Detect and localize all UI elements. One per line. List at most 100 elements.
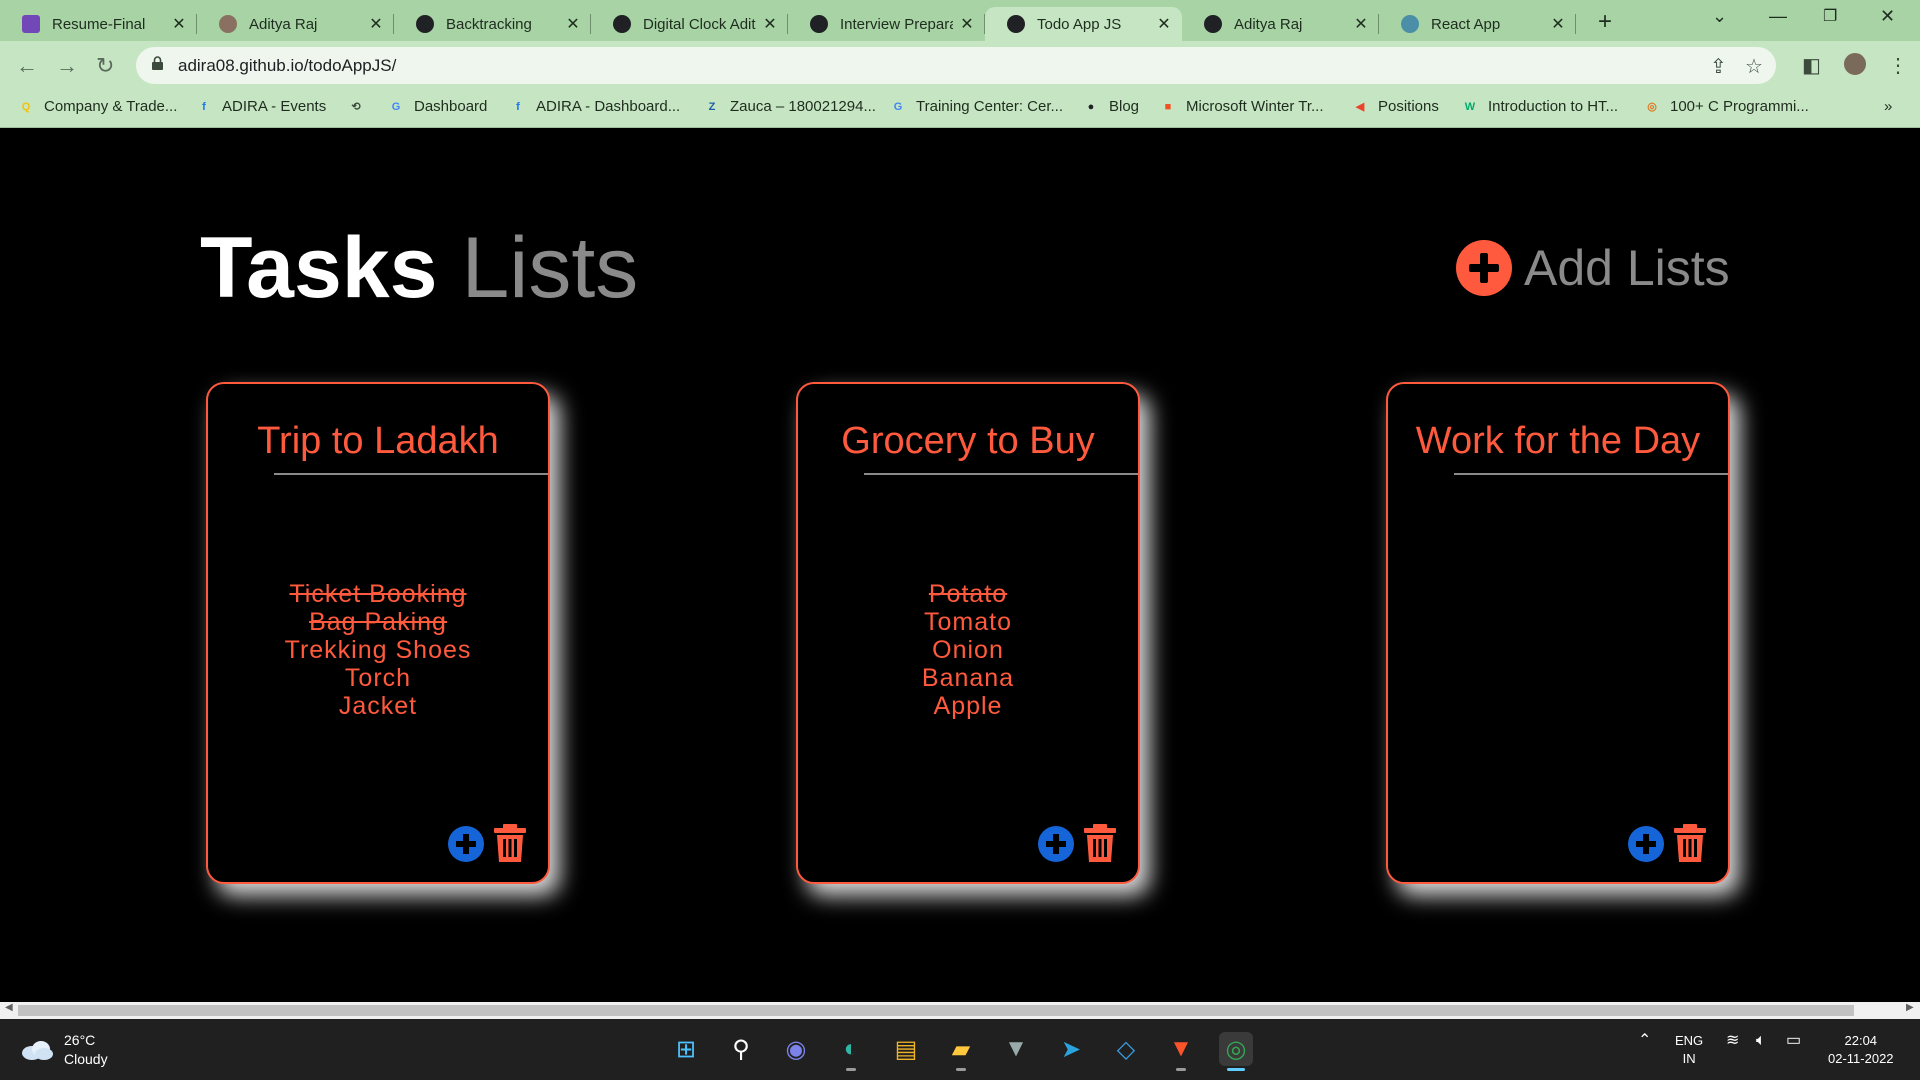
task-item[interactable]: Bag Paking	[208, 608, 548, 636]
task-item[interactable]: Potato	[798, 580, 1138, 608]
store-icon[interactable]: ▤	[889, 1032, 923, 1066]
predator-icon[interactable]: ▼	[999, 1032, 1033, 1066]
browser-tab[interactable]: React App ✕	[1379, 7, 1576, 41]
volume-icon[interactable]: 🔈︎	[1756, 1032, 1766, 1050]
task-item[interactable]: Trekking Shoes	[208, 636, 548, 664]
list-title: Grocery to Buy	[841, 420, 1095, 462]
restore-button[interactable]: ❐	[1823, 6, 1837, 26]
edge-icon[interactable]: ◐	[834, 1032, 868, 1071]
bookmark-label: Company & Trade...	[44, 98, 178, 115]
search-icon[interactable]: ⚲	[724, 1032, 758, 1066]
browser-tab[interactable]: Aditya Raj ✕	[197, 7, 394, 41]
tab-close-icon[interactable]: ✕	[762, 14, 778, 34]
tab-title: Digital Clock Adit	[643, 15, 756, 33]
more-bookmarks-icon[interactable]: »	[1884, 98, 1892, 115]
title-strong: Tasks	[200, 220, 438, 316]
task-item[interactable]: Apple	[798, 692, 1138, 720]
tab-title: React App	[1431, 15, 1501, 33]
weather-condition: Cloudy	[64, 1051, 108, 1067]
bookmark-star-icon[interactable]: ☆	[1745, 54, 1763, 79]
q-icon: Q	[21, 100, 31, 113]
vscode-icon[interactable]: ◇	[1109, 1032, 1143, 1066]
task-item[interactable]: Tomato	[798, 608, 1138, 636]
browser-tab[interactable]: Backtracking ✕	[394, 7, 591, 41]
bookmark-item[interactable]: f ADIRA - Dashboard...	[510, 98, 680, 115]
scroll-thumb[interactable]	[18, 1005, 1854, 1016]
bookmark-item[interactable]: ◀ Positions	[1352, 98, 1439, 115]
task-items: Potato Tomato Onion Banana Apple	[798, 580, 1138, 720]
bookmark-item[interactable]: W Introduction to HT...	[1462, 98, 1618, 115]
windows-taskbar: 26°C Cloudy ⊞ ⚲ ◉ ◐ ▤ ▰ ▼ ➤ ◇ ▼ ◎ ⌃ ENG IN ≋ 🔈︎ ▭ …	[0, 1019, 1920, 1080]
menu-icon[interactable]: ⋮	[1888, 53, 1908, 78]
bookmark-item[interactable]: ● Blog	[1083, 98, 1139, 115]
minimize-button[interactable]: —	[1769, 6, 1787, 27]
delete-list-icon[interactable]	[494, 824, 526, 862]
tab-close-icon[interactable]: ✕	[1156, 14, 1172, 34]
scroll-right-icon[interactable]: ▶	[1906, 1002, 1914, 1013]
browser-tab[interactable]: Digital Clock Adit ✕	[591, 7, 788, 41]
profile-avatar[interactable]	[1842, 51, 1868, 77]
browser-tab[interactable]: Interview Prepara ✕	[788, 7, 985, 41]
tab-close-icon[interactable]: ✕	[171, 14, 187, 34]
show-hidden-icons[interactable]: ⌃	[1638, 1032, 1651, 1050]
title-divider	[1454, 473, 1728, 475]
bookmark-label: Zauca – 180021294...	[730, 98, 876, 115]
file-explorer-icon[interactable]: ▰	[944, 1032, 978, 1071]
address-bar[interactable]: adira08.github.io/todoAppJS/ ⇪ ☆	[136, 47, 1776, 84]
microsoft-icon: ■	[1164, 100, 1172, 113]
weather-widget[interactable]: 26°C Cloudy	[20, 1031, 108, 1069]
tab-search-chevron-icon[interactable]: ⌄	[1712, 6, 1727, 27]
browser-tab[interactable]: Resume-Final ✕	[0, 7, 197, 41]
horizontal-scrollbar[interactable]: ◀ ▶	[0, 1002, 1920, 1019]
tab-close-icon[interactable]: ✕	[565, 14, 581, 34]
bookmark-label: Microsoft Winter Tr...	[1186, 98, 1324, 115]
chrome-icon[interactable]: ◎	[1219, 1032, 1253, 1071]
add-task-icon[interactable]	[448, 826, 484, 862]
browser-tab[interactable]: Todo App JS ✕	[985, 7, 1182, 41]
bookmark-item[interactable]: f ADIRA - Events	[196, 98, 326, 115]
brave-icon[interactable]: ▼	[1164, 1032, 1198, 1071]
task-item[interactable]: Jacket	[208, 692, 548, 720]
tab-close-icon[interactable]: ✕	[1353, 14, 1369, 34]
add-task-icon[interactable]	[1038, 826, 1074, 862]
bookmark-item[interactable]: ⟲	[348, 98, 374, 114]
tab-separator	[1575, 14, 1576, 34]
task-item[interactable]: Banana	[798, 664, 1138, 692]
forward-button[interactable]: →	[56, 53, 78, 79]
side-panel-icon[interactable]: ◧	[1802, 53, 1821, 78]
back-button[interactable]: ←	[16, 53, 38, 79]
bookmark-item[interactable]: ◎ 100+ C Programmi...	[1644, 98, 1809, 115]
bookmark-item[interactable]: G Training Center: Cer...	[890, 98, 1063, 115]
task-item[interactable]: Ticket Booking	[208, 580, 548, 608]
tab-close-icon[interactable]: ✕	[1550, 14, 1566, 34]
bookmark-item[interactable]: G Dashboard	[388, 98, 488, 115]
wifi-icon[interactable]: ≋	[1726, 1032, 1739, 1050]
temperature: 26°C	[64, 1032, 96, 1048]
scroll-left-icon[interactable]: ◀	[5, 1002, 13, 1013]
add-list-button[interactable]: Add Lists	[1456, 239, 1730, 297]
add-list-label: Add Lists	[1524, 240, 1730, 296]
new-tab-button[interactable]: +	[1598, 8, 1612, 36]
start-icon[interactable]: ⊞	[669, 1032, 703, 1066]
bookmark-item[interactable]: ■ Microsoft Winter Tr...	[1160, 98, 1324, 115]
tab-close-icon[interactable]: ✕	[368, 14, 384, 34]
globe-icon	[416, 15, 434, 33]
task-item[interactable]: Onion	[798, 636, 1138, 664]
browser-tab[interactable]: Aditya Raj ✕	[1182, 7, 1379, 41]
tab-close-icon[interactable]: ✕	[959, 14, 975, 34]
add-task-icon[interactable]	[1628, 826, 1664, 862]
clock[interactable]: 22:04 02-11-2022	[1828, 1032, 1894, 1068]
battery-icon[interactable]: ▭	[1786, 1032, 1801, 1050]
delete-list-icon[interactable]	[1674, 824, 1706, 862]
bookmark-item[interactable]: Z Zauca – 180021294...	[704, 98, 876, 115]
telegram-icon[interactable]: ➤	[1054, 1032, 1088, 1066]
chat-icon[interactable]: ◉	[779, 1032, 813, 1066]
close-window-button[interactable]: ✕	[1880, 6, 1895, 27]
share-icon[interactable]: ⇪	[1710, 54, 1727, 79]
language-indicator[interactable]: ENG IN	[1675, 1032, 1703, 1068]
tab-title: Resume-Final	[52, 15, 146, 33]
delete-list-icon[interactable]	[1084, 824, 1116, 862]
bookmark-item[interactable]: Q Company & Trade...	[18, 98, 178, 115]
task-item[interactable]: Torch	[208, 664, 548, 692]
reload-button[interactable]: ↻	[96, 53, 114, 79]
